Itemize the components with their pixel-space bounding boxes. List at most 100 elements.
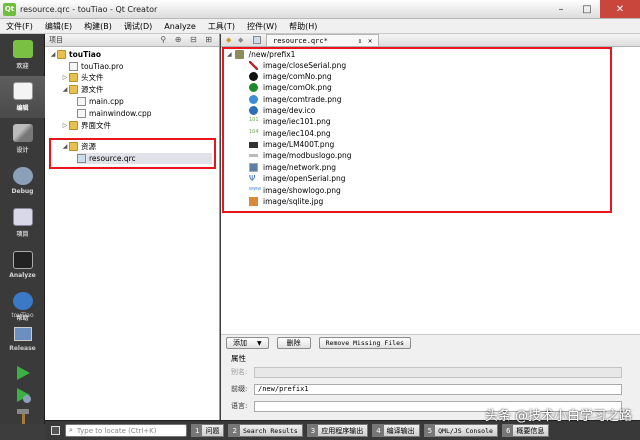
folder-icon: [69, 85, 78, 94]
window-title: resource.qrc - touTiao - Qt Creator: [20, 4, 158, 14]
tree-node-project[interactable]: ◢ touTiao: [49, 49, 101, 60]
edit-document-icon: [12, 82, 33, 100]
remove-button-label: 删除: [286, 339, 301, 347]
output-tab-issues[interactable]: 1 问题: [191, 424, 225, 437]
prefix-field[interactable]: /new/prefix1: [254, 383, 622, 395]
kit-name: touTiao: [11, 312, 34, 319]
menu-file[interactable]: 文件(F): [6, 21, 33, 32]
pro-file-icon: [69, 62, 78, 71]
collapse-arrow-icon[interactable]: ◢: [49, 51, 57, 58]
prefix-label: 前缀:: [231, 385, 248, 393]
tree-node-pro-file[interactable]: touTiao.pro: [61, 61, 123, 72]
tree-node-headers[interactable]: ▷ 头文件: [61, 72, 104, 83]
menu-edit[interactable]: 编辑(E): [45, 21, 72, 32]
menu-help[interactable]: 帮助(H): [289, 21, 317, 32]
menu-build[interactable]: 构建(B): [84, 21, 112, 32]
remove-missing-files-button[interactable]: Remove Missing Files: [318, 337, 411, 349]
dropdown-icon[interactable]: ⇕: [358, 37, 362, 45]
tab-label: 问题: [205, 426, 220, 435]
tree-node-forms[interactable]: ▷ 界面文件: [61, 120, 111, 131]
minimize-button[interactable]: –: [548, 0, 574, 18]
highlight-box-resources: [49, 138, 216, 169]
mode-label: 欢迎: [16, 63, 29, 70]
highlight-box-resource-list: [222, 47, 612, 213]
debug-run-icon[interactable]: [14, 386, 32, 404]
tree-node-sources[interactable]: ◢ 源文件: [61, 84, 104, 95]
menu-analyze[interactable]: Analyze: [164, 22, 196, 31]
mode-edit[interactable]: 编辑: [0, 76, 45, 118]
run-icon[interactable]: [14, 364, 32, 382]
tree-node-mainwindow-cpp[interactable]: mainwindow.cpp: [77, 108, 152, 119]
menu-widgets[interactable]: 控件(W): [247, 21, 277, 32]
tree-node-label: touTiao.pro: [81, 62, 124, 71]
title-bar: Qt resource.qrc - touTiao - Qt Creator –…: [0, 0, 640, 19]
tree-node-label: 源文件: [81, 85, 104, 94]
tree-node-label: 界面文件: [81, 121, 111, 130]
analyze-icon: [12, 251, 33, 269]
output-tab-general-messages[interactable]: 6 概要信息: [501, 424, 550, 437]
tab-label: 编译输出: [386, 426, 415, 435]
folder-icon: [69, 121, 78, 130]
output-tab-app-output[interactable]: 3 应用程序输出: [306, 424, 369, 437]
menu-debug[interactable]: 调试(D): [124, 21, 152, 32]
mode-welcome[interactable]: 欢迎: [0, 34, 45, 76]
cpp-file-icon: [77, 109, 86, 118]
resource-button-row: 添加 ▼ 删除 Remove Missing Files: [221, 334, 640, 351]
toggle-sidebar-icon[interactable]: [51, 426, 60, 435]
help-icon: [12, 292, 33, 310]
alias-field[interactable]: [254, 366, 622, 378]
expand-arrow-icon[interactable]: ▷: [61, 74, 69, 81]
mode-projects[interactable]: 项目: [0, 202, 45, 244]
expand-arrow-icon[interactable]: ▷: [61, 122, 69, 129]
mode-label: 编辑: [16, 105, 29, 112]
watermark: 头条 @技术小白学习之路: [484, 409, 632, 424]
maximize-button[interactable]: □: [574, 0, 600, 18]
language-label: 语言:: [231, 402, 248, 410]
nav-back-icon[interactable]: ◆: [226, 36, 231, 44]
mode-debug[interactable]: Debug: [0, 160, 45, 202]
tab-resource-qrc[interactable]: resource.qrc* ⇕ ✕: [266, 34, 380, 46]
tab-label: 应用程序输出: [321, 426, 364, 435]
panel-toolbar-icons[interactable]: ⚲ ⊕ ⊟ ⊞: [160, 35, 215, 44]
project-panel-header: 项目 ⚲ ⊕ ⊟ ⊞: [45, 34, 219, 47]
remove-button[interactable]: 删除: [276, 337, 311, 349]
tab-number: 6: [502, 425, 514, 436]
tab-label: QML/JS Console: [438, 426, 493, 435]
output-tab-qml-console[interactable]: 5 QML/JS Console: [423, 424, 498, 437]
output-tab-compile-output[interactable]: 4 编译输出: [372, 424, 420, 437]
tree-node-label: mainwindow.cpp: [89, 109, 152, 118]
project-panel: 项目 ⚲ ⊕ ⊟ ⊞ ◢ touTiao touTiao.pro ▷ 头文件 ◢…: [45, 34, 220, 420]
collapse-arrow-icon[interactable]: ◢: [61, 86, 69, 93]
close-button[interactable]: ✕: [600, 0, 640, 18]
qt-logo-icon: [12, 40, 33, 58]
mode-label: Analyze: [9, 272, 36, 279]
locate-placeholder: Type to locate (Ctrl+K): [76, 426, 157, 435]
project-icon: [12, 208, 33, 226]
dropdown-arrow-icon: ▼: [257, 339, 262, 347]
tab-number: 1: [192, 425, 203, 436]
kit-selector[interactable]: touTiao Release: [0, 312, 45, 352]
cpp-file-icon: [77, 97, 86, 106]
locate-input[interactable]: ⌕ Type to locate (Ctrl+K): [65, 424, 187, 437]
build-hammer-icon[interactable]: [14, 407, 32, 425]
tree-node-label: touTiao: [69, 50, 101, 59]
tree-node-main-cpp[interactable]: main.cpp: [77, 96, 124, 107]
prefix-row: 前缀: /new/prefix1: [231, 383, 622, 395]
menu-tools[interactable]: 工具(T): [208, 21, 235, 32]
add-button[interactable]: 添加 ▼: [226, 337, 269, 349]
editor-tab-label: resource.qrc*: [273, 36, 328, 45]
tab-label: 概要信息: [516, 426, 545, 435]
nav-forward-icon[interactable]: ◆: [238, 36, 243, 44]
editor-tab-bar: ◆ ◆ resource.qrc* ⇕ ✕: [221, 34, 640, 47]
mode-label: 设计: [16, 147, 29, 154]
close-tab-icon[interactable]: ✕: [368, 37, 372, 45]
design-pencil-icon: [12, 124, 33, 142]
tab-number: 4: [373, 425, 384, 436]
mode-design[interactable]: 设计: [0, 118, 45, 160]
tab-number: 3: [307, 425, 319, 436]
window-controls: – □ ✕: [548, 0, 640, 18]
mode-analyze[interactable]: Analyze: [0, 244, 45, 286]
remove-missing-label: Remove Missing Files: [325, 339, 404, 347]
output-tab-search-results[interactable]: 2 Search Results: [228, 424, 303, 437]
project-folder-icon: [57, 50, 66, 59]
